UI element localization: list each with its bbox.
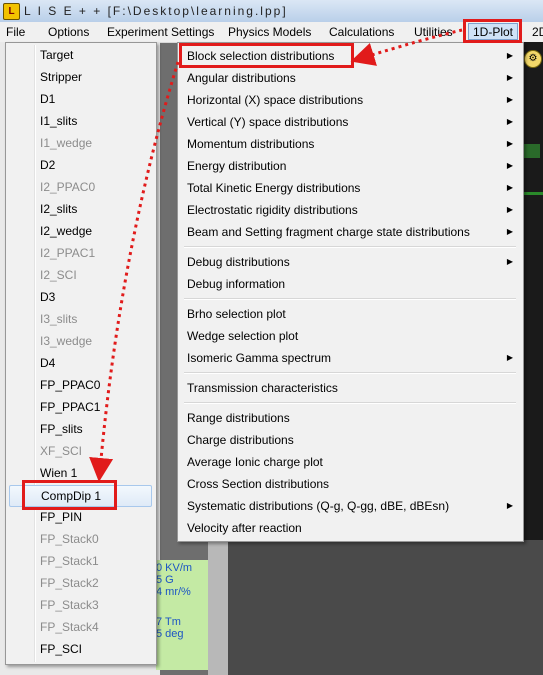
annotation-arrows: [89, 28, 463, 482]
